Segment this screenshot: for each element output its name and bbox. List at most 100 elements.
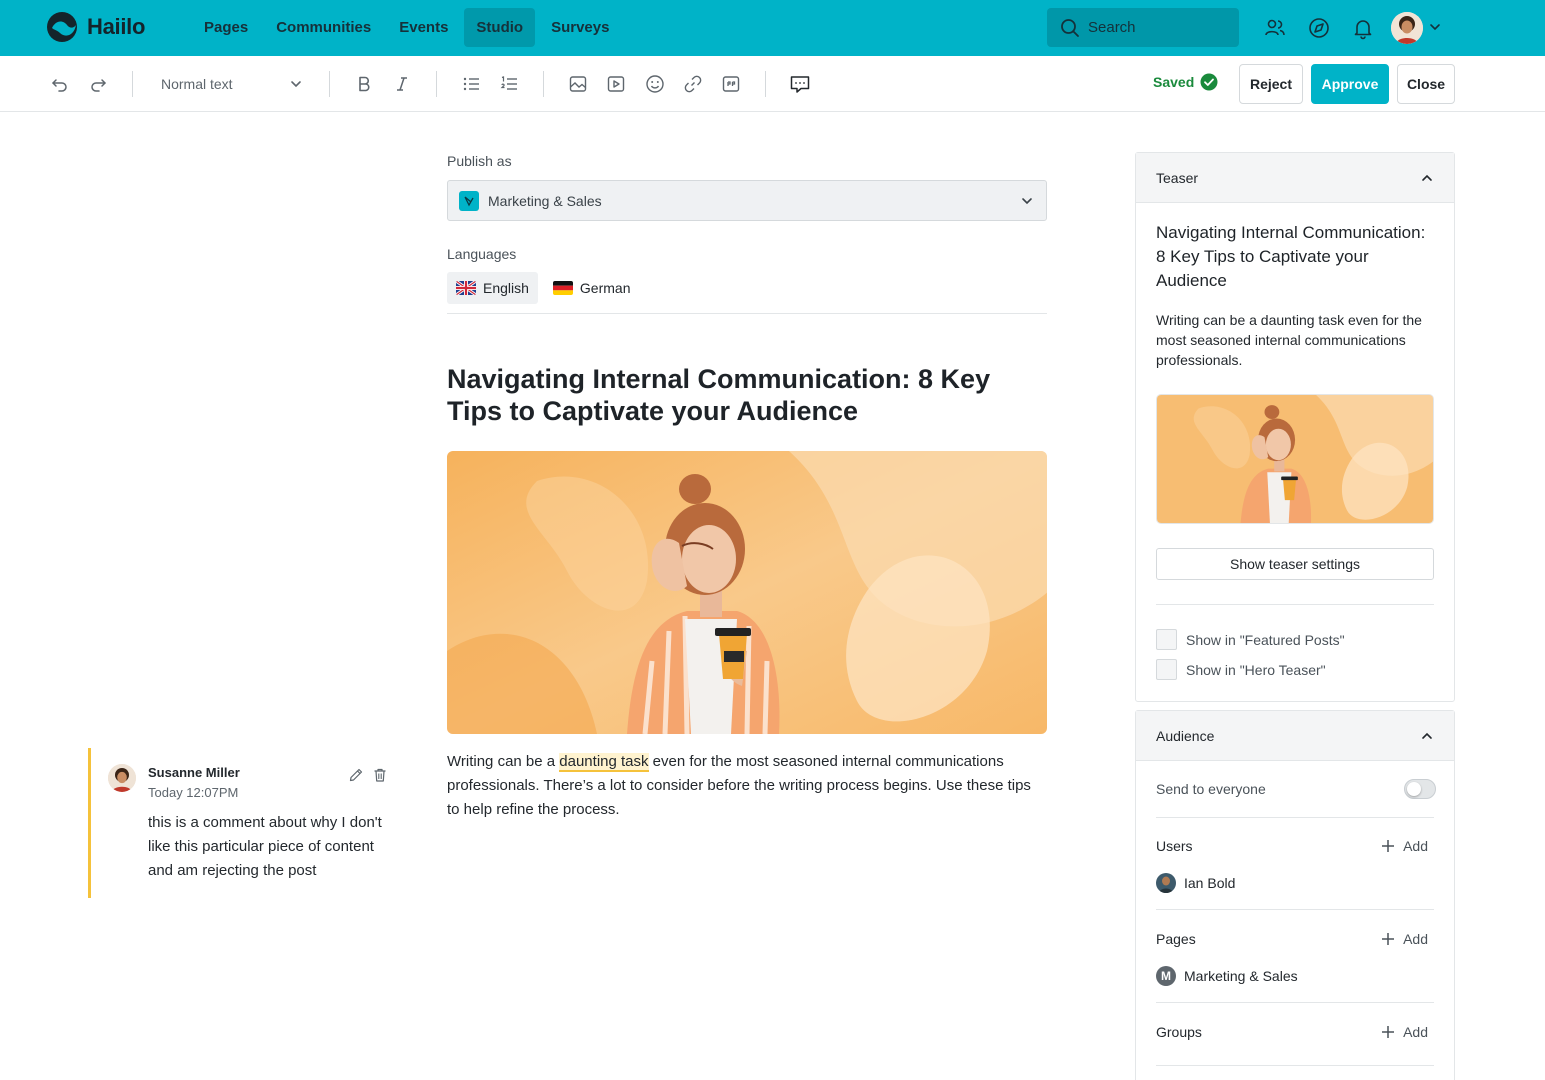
edit-icon[interactable]: [348, 767, 364, 783]
teaser-panel-header[interactable]: Teaser: [1136, 153, 1454, 203]
chevron-up-icon: [1422, 732, 1432, 739]
divider: [1156, 817, 1434, 818]
user-avatar: [1156, 873, 1176, 893]
featured-posts-label: Show in "Featured Posts": [1186, 631, 1345, 648]
numbered-list-icon[interactable]: [497, 72, 521, 96]
comment-author-name[interactable]: Susanne Miller: [148, 765, 240, 780]
link-icon[interactable]: [681, 72, 705, 96]
main-nav: Pages Communities Events Studio Surveys: [192, 8, 621, 47]
approve-button[interactable]: Approve: [1311, 64, 1389, 104]
video-icon[interactable]: [604, 72, 628, 96]
hero-teaser-checkbox[interactable]: [1156, 659, 1177, 680]
article-hero-image[interactable]: [447, 451, 1047, 734]
text-style-select[interactable]: Normal text: [161, 72, 303, 96]
colleagues-icon[interactable]: [1263, 16, 1287, 40]
featured-posts-checkbox[interactable]: [1156, 629, 1177, 650]
teaser-panel-title: Teaser: [1156, 169, 1199, 186]
search-input[interactable]: Search: [1047, 8, 1239, 47]
divider: [1156, 909, 1434, 910]
audience-panel-title: Audience: [1156, 727, 1215, 744]
comment-author-avatar[interactable]: [108, 764, 136, 792]
chevron-up-icon: [1422, 174, 1432, 181]
redo-icon[interactable]: [86, 72, 110, 96]
toolbar-divider: [132, 71, 133, 97]
show-teaser-settings-button[interactable]: Show teaser settings: [1156, 548, 1434, 580]
chevron-down-icon: [291, 81, 301, 88]
add-group-button[interactable]: Add: [1381, 1024, 1436, 1040]
undo-icon[interactable]: [48, 72, 72, 96]
publish-as-value: Marketing & Sales: [488, 192, 602, 209]
user-name: Ian Bold: [1184, 875, 1236, 891]
app-logo[interactable]: Haiilo: [46, 11, 145, 43]
languages-label: Languages: [447, 246, 517, 262]
bullet-list-icon[interactable]: [459, 72, 483, 96]
emoji-icon[interactable]: [643, 72, 667, 96]
page-icon: [459, 190, 479, 211]
divider: [1156, 1002, 1434, 1003]
nav-item-pages[interactable]: Pages: [192, 8, 260, 47]
close-button[interactable]: Close: [1397, 64, 1455, 104]
nav-item-surveys[interactable]: Surveys: [539, 8, 621, 47]
comment-icon[interactable]: [788, 72, 812, 96]
compass-icon[interactable]: [1307, 16, 1331, 40]
featured-posts-option: Show in "Featured Posts": [1156, 629, 1345, 650]
image-icon[interactable]: [566, 72, 590, 96]
users-row: Users Add: [1156, 838, 1436, 854]
page-avatar: M: [1156, 966, 1176, 986]
uk-flag-icon: [456, 281, 476, 295]
plus-icon: [1382, 1026, 1395, 1038]
language-tab-english[interactable]: English: [447, 272, 538, 304]
article-body[interactable]: Writing can be a daunting task even for …: [447, 750, 1047, 822]
pages-row: Pages Add: [1156, 931, 1436, 947]
plus-icon: [1382, 840, 1395, 852]
divider: [1156, 1065, 1434, 1066]
send-to-everyone-toggle[interactable]: [1404, 779, 1436, 799]
publish-as-label: Publish as: [447, 153, 512, 169]
bell-icon[interactable]: [1351, 16, 1375, 40]
add-label: Add: [1403, 931, 1428, 947]
audience-page-item: M Marketing & Sales: [1156, 966, 1298, 986]
send-to-everyone-label: Send to everyone: [1156, 781, 1266, 797]
page-name: Marketing & Sales: [1184, 968, 1298, 984]
hero-teaser-option: Show in "Hero Teaser": [1156, 659, 1326, 680]
language-label: German: [579, 280, 631, 296]
add-label: Add: [1403, 1024, 1428, 1040]
comment-text: this is a comment about why I don't like…: [148, 814, 382, 879]
add-user-button[interactable]: Add: [1381, 838, 1436, 854]
audience-panel-header[interactable]: Audience: [1136, 711, 1454, 761]
article-title[interactable]: Navigating Internal Communication: 8 Key…: [447, 363, 1047, 427]
divider: [447, 313, 1047, 314]
hero-teaser-label: Show in "Hero Teaser": [1186, 661, 1326, 678]
divider: [1156, 604, 1434, 605]
reject-button[interactable]: Reject: [1239, 64, 1303, 104]
comment-timestamp: Today 12:07PM: [148, 785, 239, 800]
teaser-title: Navigating Internal Communication: 8 Key…: [1156, 223, 1426, 290]
nav-item-events[interactable]: Events: [387, 8, 460, 47]
teaser-panel: Teaser Navigating Internal Communication…: [1135, 152, 1455, 702]
search-icon: [1061, 18, 1079, 37]
chevron-down-icon: [1022, 197, 1032, 204]
language-tab-german[interactable]: German: [544, 272, 640, 304]
toolbar-divider: [543, 71, 544, 97]
publish-as-select[interactable]: Marketing & Sales: [447, 180, 1047, 221]
users-label: Users: [1156, 838, 1193, 854]
italic-icon[interactable]: [390, 72, 414, 96]
audience-panel: Audience Send to everyone Users Add Ian …: [1135, 710, 1455, 1080]
commented-text-highlight[interactable]: daunting task: [559, 753, 649, 772]
user-avatar-image: [1391, 12, 1423, 44]
add-label: Add: [1403, 838, 1428, 854]
body-text-start: Writing can be a: [447, 753, 560, 770]
nav-item-studio[interactable]: Studio: [464, 8, 536, 47]
bold-icon[interactable]: [352, 72, 376, 96]
teaser-image[interactable]: [1156, 394, 1434, 524]
quote-icon[interactable]: [719, 72, 743, 96]
nav-item-communities[interactable]: Communities: [264, 8, 383, 47]
search-placeholder: Search: [1088, 19, 1136, 36]
add-page-button[interactable]: Add: [1381, 931, 1436, 947]
language-tabs: English German: [447, 272, 640, 304]
check-circle-icon: [1200, 73, 1218, 91]
toolbar-divider: [765, 71, 766, 97]
trash-icon[interactable]: [372, 767, 388, 783]
chevron-down-icon[interactable]: [1428, 20, 1442, 34]
user-avatar[interactable]: [1391, 12, 1423, 44]
